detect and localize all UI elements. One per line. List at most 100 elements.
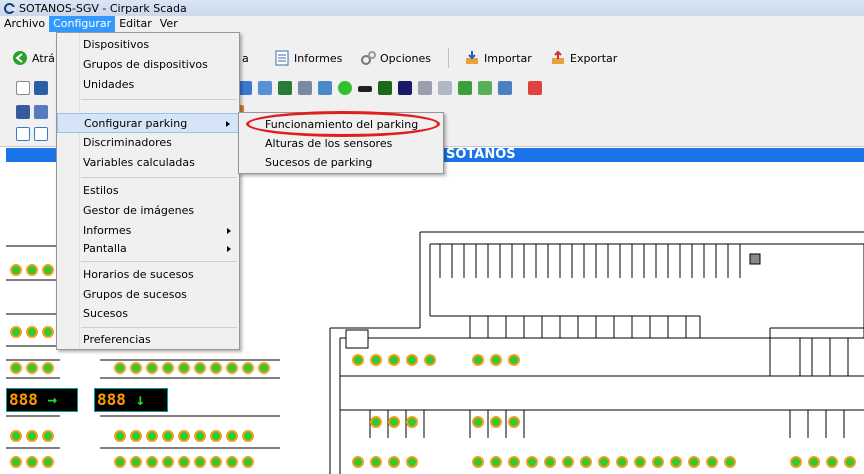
space-sensor-dot[interactable] (688, 456, 700, 468)
space-sensor-dot[interactable] (10, 362, 22, 374)
space-sensor-dot[interactable] (472, 456, 484, 468)
menu-item-unidades[interactable]: Unidades (57, 75, 239, 95)
space-sensor-dot[interactable] (178, 362, 190, 374)
space-sensor-dot[interactable] (194, 430, 206, 442)
menu-item-pantalla[interactable]: Pantalla (57, 239, 239, 259)
tool-icon-12[interactable] (498, 81, 512, 95)
space-sensor-dot[interactable] (508, 416, 520, 428)
menu-item-horarios-sucesos[interactable]: Horarios de sucesos (57, 265, 239, 285)
informes-button[interactable]: Informes (274, 48, 342, 68)
space-sensor-dot[interactable] (370, 416, 382, 428)
menu-item-informes[interactable]: Informes (57, 221, 239, 241)
space-sensor-dot[interactable] (406, 456, 418, 468)
space-sensor-dot[interactable] (562, 456, 574, 468)
exportar-button[interactable]: Exportar (550, 48, 617, 68)
save-icon[interactable] (16, 105, 30, 119)
align-v-icon[interactable] (34, 127, 48, 141)
space-sensor-dot[interactable] (526, 456, 538, 468)
space-sensor-dot[interactable] (490, 456, 502, 468)
space-sensor-dot[interactable] (226, 430, 238, 442)
space-sensor-dot[interactable] (178, 430, 190, 442)
opciones-button[interactable]: Opciones (360, 48, 431, 68)
space-sensor-dot[interactable] (544, 456, 556, 468)
space-sensor-dot[interactable] (652, 456, 664, 468)
space-sensor-dot[interactable] (508, 456, 520, 468)
pointer-tool-icon[interactable] (16, 81, 30, 95)
space-sensor-dot[interactable] (42, 326, 54, 338)
space-sensor-dot[interactable] (130, 456, 142, 468)
space-sensor-dot[interactable] (226, 362, 238, 374)
tool-icon-11[interactable] (478, 81, 492, 95)
space-sensor-dot[interactable] (826, 456, 838, 468)
led-counter-display[interactable]: 888 → (6, 388, 78, 412)
menu-configurar[interactable]: Configurar (49, 16, 116, 32)
space-sensor-dot[interactable] (598, 456, 610, 468)
menu-item-estilos[interactable]: Estilos (57, 181, 239, 201)
save-all-icon[interactable] (34, 105, 48, 119)
space-sensor-dot[interactable] (42, 264, 54, 276)
space-sensor-dot[interactable] (194, 362, 206, 374)
tool-icon-4[interactable] (298, 81, 312, 95)
bar-tool-icon[interactable] (358, 86, 372, 92)
text-tool-icon[interactable] (34, 81, 48, 95)
space-sensor-dot[interactable] (178, 456, 190, 468)
space-sensor-dot[interactable] (370, 354, 382, 366)
importar-button[interactable]: Importar (464, 48, 532, 68)
space-sensor-dot[interactable] (472, 416, 484, 428)
space-sensor-dot[interactable] (42, 430, 54, 442)
submenu-item-alturas-sensores[interactable]: Alturas de los sensores (239, 134, 443, 154)
space-sensor-dot[interactable] (508, 354, 520, 366)
space-sensor-dot[interactable] (146, 456, 158, 468)
space-sensor-dot[interactable] (114, 456, 126, 468)
space-sensor-dot[interactable] (210, 456, 222, 468)
space-sensor-dot[interactable] (146, 430, 158, 442)
tool-icon-5[interactable] (318, 81, 332, 95)
space-sensor-dot[interactable] (146, 362, 158, 374)
space-sensor-dot[interactable] (242, 456, 254, 468)
space-sensor-dot[interactable] (242, 362, 254, 374)
menu-item-discriminadores[interactable]: Discriminadores (57, 133, 239, 153)
space-sensor-dot[interactable] (130, 430, 142, 442)
delete-tool-icon[interactable] (528, 81, 542, 95)
tool-icon-3[interactable] (278, 81, 292, 95)
space-sensor-dot[interactable] (388, 416, 400, 428)
space-sensor-dot[interactable] (26, 362, 38, 374)
tool-icon-2[interactable] (258, 81, 272, 95)
space-sensor-dot[interactable] (490, 416, 502, 428)
space-sensor-dot[interactable] (424, 354, 436, 366)
space-sensor-dot[interactable] (490, 354, 502, 366)
space-sensor-dot[interactable] (10, 326, 22, 338)
space-sensor-dot[interactable] (472, 354, 484, 366)
back-button[interactable]: Atrá (12, 48, 55, 68)
space-sensor-dot[interactable] (844, 456, 856, 468)
space-sensor-dot[interactable] (194, 456, 206, 468)
menu-archivo[interactable]: Archivo (0, 16, 49, 32)
space-sensor-dot[interactable] (352, 456, 364, 468)
space-sensor-dot[interactable] (634, 456, 646, 468)
space-sensor-dot[interactable] (26, 326, 38, 338)
space-sensor-dot[interactable] (114, 362, 126, 374)
tool-icon-10[interactable] (458, 81, 472, 95)
space-sensor-dot[interactable] (616, 456, 628, 468)
space-sensor-dot[interactable] (388, 354, 400, 366)
space-sensor-dot[interactable] (162, 456, 174, 468)
menu-item-gestor-imagenes[interactable]: Gestor de imágenes (57, 201, 239, 221)
space-sensor-dot[interactable] (388, 456, 400, 468)
space-sensor-dot[interactable] (42, 362, 54, 374)
space-sensor-dot[interactable] (724, 456, 736, 468)
space-sensor-dot[interactable] (808, 456, 820, 468)
tool-icon-6[interactable] (378, 81, 392, 95)
tool-icon-7[interactable] (398, 81, 412, 95)
space-sensor-dot[interactable] (162, 430, 174, 442)
space-sensor-dot[interactable] (790, 456, 802, 468)
submenu-item-funcionamiento-parking[interactable]: Funcionamiento del parking (239, 115, 443, 135)
submenu-item-sucesos-parking[interactable]: Sucesos de parking (239, 153, 443, 173)
space-sensor-dot[interactable] (226, 456, 238, 468)
green-dot-tool-icon[interactable] (338, 81, 352, 95)
menu-item-preferencias[interactable]: Preferencias (57, 330, 239, 350)
menu-item-grupos-dispositivos[interactable]: Grupos de dispositivos (57, 55, 239, 75)
tool-icon-9[interactable] (438, 81, 452, 95)
space-sensor-dot[interactable] (130, 362, 142, 374)
menu-item-configurar-parking[interactable]: Configurar parking (57, 113, 239, 133)
led-counter-display[interactable]: 888 ↓ (94, 388, 168, 412)
